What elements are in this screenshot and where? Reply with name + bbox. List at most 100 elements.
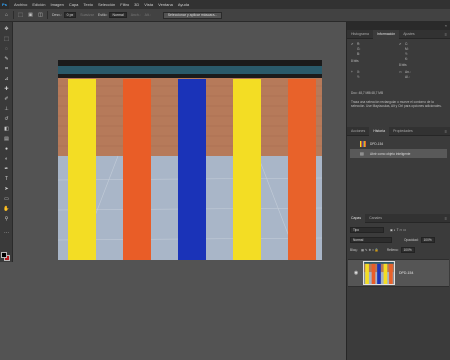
info-panel: ✐ R: G: B: ✐ C: M: Y: K: 8 bits 8 bits +… (347, 39, 450, 127)
menu-imagen[interactable]: Imagen (50, 2, 63, 7)
hand-tool-icon[interactable]: ✋ (3, 206, 10, 213)
tab-histograma[interactable]: Histograma (347, 30, 373, 39)
layer-filter-row: Tipo ▣ ◐ T ▭ ⊡ (350, 226, 447, 234)
tab-capas[interactable]: Capas (347, 213, 366, 223)
lasso-tool-icon[interactable]: ◌ (3, 46, 10, 53)
layer-row[interactable]: ◉ DPD-154 (348, 259, 449, 287)
menu-capa[interactable]: Capa (69, 2, 79, 7)
divider (47, 11, 48, 19)
blend-mode-select[interactable]: Normal (350, 237, 392, 243)
stripe-orange-1 (123, 79, 151, 260)
menu-filtro[interactable]: Filtro (120, 2, 129, 7)
menu-seleccion[interactable]: Selección (98, 2, 115, 7)
layer-name[interactable]: DPD-154 (399, 271, 413, 275)
select-and-mask-button[interactable]: Seleccionar y aplicar máscara... (162, 11, 223, 19)
right-panel-dock: « Histograma Información Ajustes ≡ ✐ R: … (346, 22, 450, 360)
tab-ajustes[interactable]: Ajustes (399, 30, 418, 39)
info-h-label: Al.: (405, 75, 410, 79)
foreground-color-swatch[interactable] (1, 252, 7, 258)
layer-thumbnail (363, 261, 395, 285)
tab-informacion[interactable]: Información (372, 29, 400, 39)
tab-propiedades[interactable]: Propiedades (389, 127, 417, 136)
menu-ayuda[interactable]: Ayuda (178, 2, 189, 7)
history-panel-tabs: Acciones Historia Propiedades ≡ (347, 126, 450, 136)
tools-panel: ✥ ⬚ ◌ ✎ ⌗ ⊿ ✚ ✐ ⊥ ↺ ◧ ▤ ● ◐ ✒ T ➤ ▭ ✋ ⚲ … (0, 22, 13, 262)
eyedropper-rgb-icon: ✐ (351, 42, 354, 46)
document-image[interactable] (58, 60, 322, 260)
style-label: Estilo: (97, 13, 108, 17)
filter-icons[interactable]: ▣ ◐ T ▭ ⊡ (390, 228, 406, 232)
history-step[interactable]: ▤ Abrir como objeto inteligente (350, 149, 447, 158)
info-g-label: G: (357, 47, 361, 51)
feather-input[interactable]: 0 px (63, 12, 77, 18)
stripe-yellow-1 (68, 79, 96, 260)
rectangle-tool-icon[interactable]: ▭ (3, 196, 10, 203)
height-label: Alt.: (144, 13, 151, 17)
clone-stamp-tool-icon[interactable]: ⊥ (3, 106, 10, 113)
brush-tool-icon[interactable]: ✐ (3, 96, 10, 103)
menu-bar: Ps Archivo Edición Imagen Capa Texto Sel… (0, 0, 450, 9)
fill-input[interactable]: 100% (400, 247, 415, 253)
quick-select-tool-icon[interactable]: ✎ (3, 56, 10, 63)
crop-tool-icon[interactable]: ⌗ (3, 66, 10, 73)
menu-archivo[interactable]: Archivo (14, 2, 27, 7)
selection-mode-icon[interactable]: ▣ (27, 12, 34, 19)
info-k-label: K: (405, 57, 409, 61)
info-m-label: M: (405, 47, 409, 51)
opacity-input[interactable]: 100% (420, 237, 435, 243)
lock-icons[interactable]: ▦ ✎ ✥ ⌗ 🔒 (361, 248, 379, 252)
add-to-selection-icon[interactable]: ◫ (37, 12, 44, 19)
style-select[interactable]: Normal (109, 12, 127, 18)
more-tools-icon[interactable]: ··· (3, 230, 10, 237)
photoshop-logo: Ps (0, 0, 9, 9)
antialias-checkbox[interactable]: Suavizar (80, 13, 94, 17)
eyedropper-tool-icon[interactable]: ⊿ (3, 76, 10, 83)
type-tool-icon[interactable]: T (3, 176, 10, 183)
tab-canales[interactable]: Canales (365, 214, 386, 223)
tab-acciones[interactable]: Acciones (347, 127, 369, 136)
panel-menu-icon[interactable]: ≡ (445, 129, 447, 134)
visibility-eye-icon[interactable]: ◉ (352, 270, 360, 276)
menu-texto[interactable]: Texto (83, 2, 93, 7)
menu-vista[interactable]: Vista (144, 2, 153, 7)
menu-ventana[interactable]: Ventana (158, 2, 173, 7)
open-document-icon: ▤ (360, 151, 364, 156)
info-bits-right: 8 bits (399, 63, 407, 67)
info-y-label: Y: (405, 52, 408, 56)
info-b-label: B: (357, 52, 361, 56)
stripe-orange-2 (288, 79, 316, 260)
gradient-tool-icon[interactable]: ▤ (3, 136, 10, 143)
menu-edicion[interactable]: Edición (32, 2, 45, 7)
rectangular-marquee-icon[interactable]: ⬚ (17, 12, 24, 19)
home-icon[interactable]: ⌂ (3, 12, 10, 19)
menu-3d[interactable]: 3D (134, 2, 139, 7)
history-step-label: Abrir como objeto inteligente (370, 151, 411, 156)
layer-kind-filter[interactable]: Tipo (350, 227, 384, 233)
layers-panel-tabs: Capas Canales ≡ (347, 213, 450, 223)
blend-row: Normal Opacidad: 100% (350, 236, 447, 244)
tool-hint: Traza una selección rectangular o mueve … (351, 100, 442, 109)
healing-brush-tool-icon[interactable]: ✚ (3, 86, 10, 93)
history-snapshot[interactable]: DPD-154 (350, 139, 447, 148)
feather-label: Desv.: (52, 13, 62, 17)
info-x-label: X: (357, 70, 361, 74)
stripe-yellow-2 (233, 79, 261, 260)
info-c-label: C: (405, 42, 409, 46)
panel-menu-icon[interactable]: ≡ (445, 216, 447, 221)
path-selection-tool-icon[interactable]: ➤ (3, 186, 10, 193)
blur-tool-icon[interactable]: ● (3, 146, 10, 153)
pen-tool-icon[interactable]: ✒ (3, 166, 10, 173)
collapse-icon[interactable]: « (445, 23, 447, 28)
tab-historia[interactable]: Historia (369, 126, 390, 136)
options-bar: ⌂ ⬚ ▣ ◫ Desv.: 0 px Suavizar Estilo: Nor… (0, 9, 450, 22)
divider (13, 11, 14, 19)
panel-menu-icon[interactable]: ≡ (445, 32, 447, 37)
dodge-tool-icon[interactable]: ◐ (3, 156, 10, 163)
history-brush-tool-icon[interactable]: ↺ (3, 116, 10, 123)
lock-row: Bloq.: ▦ ✎ ✥ ⌗ 🔒 Relleno: 100% (350, 246, 447, 254)
marquee-tool-icon[interactable]: ⬚ (3, 36, 10, 43)
zoom-tool-icon[interactable]: ⚲ (3, 216, 10, 223)
move-tool-icon[interactable]: ✥ (3, 26, 10, 33)
info-w-label: An.: (405, 70, 411, 74)
eraser-tool-icon[interactable]: ◧ (3, 126, 10, 133)
